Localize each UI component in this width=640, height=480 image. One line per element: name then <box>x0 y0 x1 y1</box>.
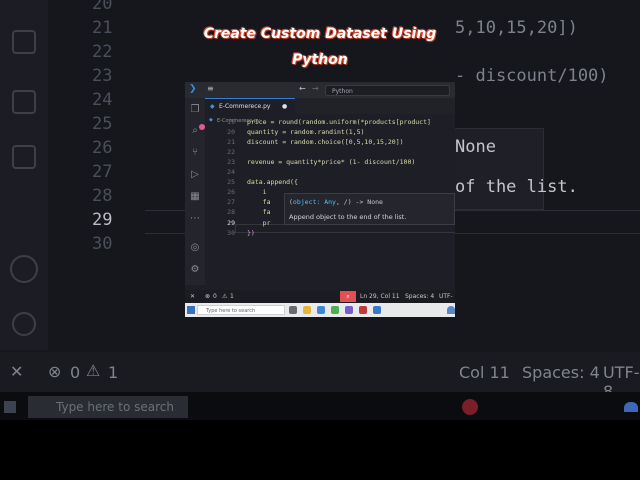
line-number: 19 <box>227 118 235 126</box>
status-errors[interactable]: 0 <box>213 290 217 303</box>
python-file-icon: ◆ <box>210 103 215 110</box>
bg-code-fragment: - discount/100) <box>455 66 609 86</box>
weather-icon[interactable] <box>447 306 455 314</box>
windows-taskbar: Type here to search <box>185 303 455 317</box>
settings-gear-icon[interactable]: ⚙ <box>189 264 201 276</box>
bg-status-bar: ✕ ⊗ 0 ⚠ 1 Col 11 Spaces: 4 UTF-8 <box>0 352 640 401</box>
app-icon[interactable] <box>345 306 353 314</box>
app-icon <box>462 399 478 415</box>
line-number: 29 <box>227 219 235 227</box>
weather-icon <box>624 402 638 412</box>
bg-line-number: 28 <box>92 186 113 206</box>
line-number: 20 <box>227 128 235 136</box>
code-line: i <box>247 188 267 196</box>
line-number: 22 <box>227 148 235 156</box>
code-line: data.append({ <box>247 178 298 186</box>
line-number: 21 <box>227 138 235 146</box>
chrome-icon[interactable] <box>331 306 339 314</box>
recorder-icon[interactable] <box>359 306 367 314</box>
line-number: 25 <box>227 178 235 186</box>
hover-signature: (object: Any, /) -> None <box>289 198 383 206</box>
source-control-icon <box>12 30 36 54</box>
vscode-window: ❯ ≡ ← → Python ❐ ⌕ ⑂ ▷ ▦ ⋯ ◎ ⚙ ◆ E-Comme… <box>185 82 455 317</box>
taskbar-search-input[interactable]: Type here to search <box>197 305 285 315</box>
warning-icon[interactable]: ⚠ <box>222 290 227 303</box>
remote-icon: ✕ <box>10 362 24 381</box>
code-line: }) <box>247 229 255 237</box>
video-title-line-2: Python <box>292 52 348 68</box>
edge-icon[interactable] <box>317 306 325 314</box>
video-title-line-1: Create Custom Dataset Using <box>203 26 437 42</box>
windows-start-icon[interactable] <box>187 306 195 314</box>
code-line: fa <box>247 208 271 216</box>
bg-status-col: Col 11 <box>459 363 510 382</box>
line-number: 26 <box>227 188 235 196</box>
status-warnings[interactable]: 1 <box>230 290 234 303</box>
tab-e-commerce[interactable]: ◆ E-Commerece.py ● <box>205 98 295 114</box>
bg-panel-text: None <box>455 137 496 157</box>
windows-start-icon <box>4 401 16 413</box>
extensions-icon <box>12 145 36 169</box>
bg-taskbar: Type here to search <box>0 392 640 420</box>
line-number: 24 <box>227 168 235 176</box>
bg-status-errors: 0 <box>70 363 81 382</box>
bg-line-number: 20 <box>92 0 113 14</box>
line-number: 30 <box>227 229 235 237</box>
vscode-taskbar-icon[interactable] <box>373 306 381 314</box>
vscode-logo-icon: ❯ <box>189 84 197 94</box>
bg-line-number: 26 <box>92 138 113 158</box>
unsaved-dot-icon[interactable]: ● <box>282 99 287 115</box>
line-number: 28 <box>227 208 235 216</box>
bg-line-number: 25 <box>92 114 113 134</box>
background-activity-bar <box>0 0 48 350</box>
hover-documentation: Append object to the end of the list. <box>289 213 407 221</box>
source-control-icon[interactable]: ⑂ <box>189 147 201 159</box>
run-debug-icon <box>12 90 36 114</box>
error-icon: ⊗ <box>48 362 62 381</box>
bg-line-number: 24 <box>92 90 113 110</box>
file-explorer-icon[interactable] <box>303 306 311 314</box>
code-line: price = round(random.uniform(*products[p… <box>247 118 431 126</box>
status-spaces[interactable]: Spaces: 4 <box>405 290 434 303</box>
bg-line-number: 23 <box>92 66 113 86</box>
bg-status-warnings: 1 <box>108 363 119 382</box>
search-debug-icon[interactable]: ⌕ <box>340 291 356 302</box>
bg-code-fragment: 5,10,15,20]) <box>455 18 578 38</box>
menu-icon[interactable]: ≡ <box>207 84 214 93</box>
title-bar: ❯ ≡ ← → Python <box>185 82 455 98</box>
warning-icon: ⚠ <box>86 361 101 380</box>
tab-label: E-Commerece.py <box>219 103 271 110</box>
account-icon[interactable]: ◎ <box>189 242 201 254</box>
line-number: 23 <box>227 158 235 166</box>
bg-line-number: 30 <box>92 234 113 254</box>
remote-icon[interactable]: ✕ <box>190 290 195 303</box>
code-line: pr <box>247 219 271 227</box>
code-line: quantity = random.randint(1,5) <box>247 128 365 136</box>
bg-line-number: 27 <box>92 162 113 182</box>
code-line: fa <box>247 198 271 206</box>
back-arrow-icon[interactable]: ← <box>299 84 306 93</box>
more-icon[interactable]: ⋯ <box>189 213 201 225</box>
bg-panel-text: of the list. <box>455 177 578 197</box>
bg-line-number: 29 <box>92 210 113 230</box>
status-bar: ✕ ⊗ 0 ⚠ 1 ⌕ Ln 29, Col 11 Spaces: 4 UTF-… <box>185 290 455 313</box>
line-number: 27 <box>227 198 235 206</box>
settings-gear-icon <box>12 312 36 336</box>
run-debug-icon[interactable]: ▷ <box>189 169 201 181</box>
status-position[interactable]: Ln 29, Col 11 <box>360 290 400 303</box>
explorer-icon[interactable]: ❐ <box>189 104 201 116</box>
command-search-input[interactable]: Python <box>325 85 450 96</box>
bg-line-number: 22 <box>92 42 113 62</box>
account-icon <box>10 255 38 283</box>
error-icon[interactable]: ⊗ <box>205 290 210 303</box>
code-line: discount = random.choice([0,5,10,15,20]) <box>247 138 404 146</box>
bg-status-spaces: Spaces: 4 <box>522 363 600 382</box>
code-line: revenue = quantity*price* (1- discount/1… <box>247 158 416 166</box>
bg-taskbar-search: Type here to search <box>28 396 188 418</box>
forward-arrow-icon[interactable]: → <box>312 84 319 93</box>
hover-tooltip: (object: Any, /) -> None Append object t… <box>284 193 455 225</box>
task-view-icon[interactable] <box>289 306 297 314</box>
bg-line-number: 21 <box>92 18 113 38</box>
extensions-icon[interactable]: ▦ <box>189 191 201 203</box>
